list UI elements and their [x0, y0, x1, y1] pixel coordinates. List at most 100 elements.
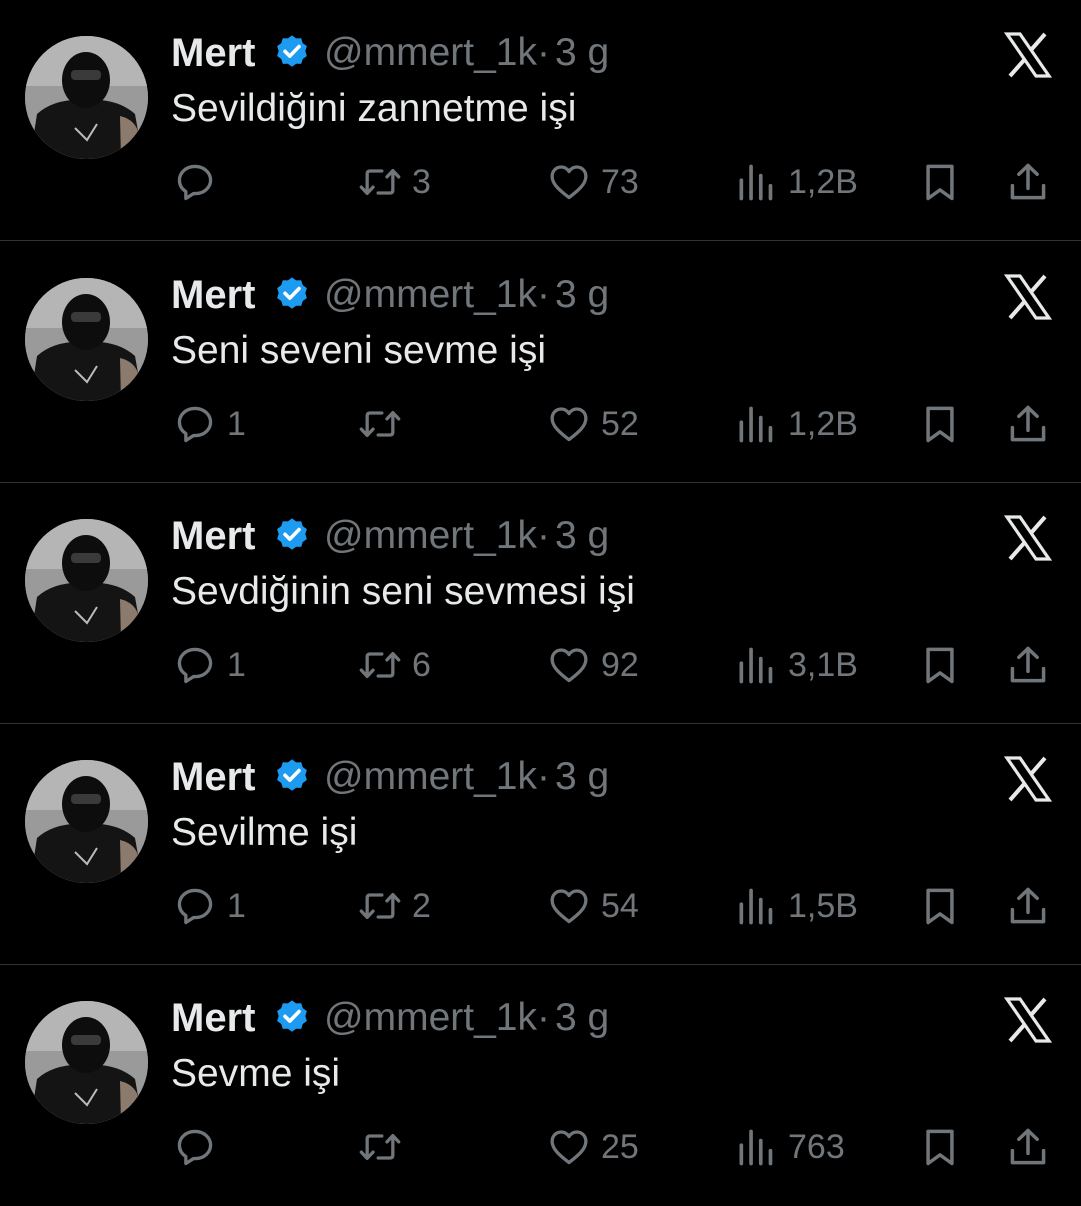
post-time[interactable]: 3 g	[555, 30, 609, 76]
reply-count: 1	[227, 404, 246, 443]
like-button[interactable]: 73	[547, 158, 639, 206]
views-button[interactable]: 763	[734, 1123, 845, 1171]
heart-icon	[550, 648, 588, 683]
author-name[interactable]: Mert	[171, 30, 255, 76]
post-time[interactable]: 3 g	[555, 754, 609, 800]
author-handle[interactable]: @mmert_1k	[324, 30, 537, 76]
avatar[interactable]	[25, 278, 148, 401]
bar-chart-icon	[739, 647, 773, 684]
heart-icon	[550, 407, 588, 442]
post-time[interactable]: 3 g	[555, 995, 609, 1041]
reply-button[interactable]	[173, 1123, 227, 1171]
speech-bubble-icon	[177, 406, 213, 443]
bar-chart-icon	[739, 164, 773, 201]
verified-badge-icon	[277, 518, 307, 550]
tweet[interactable]: Mert @mmert_1k · 3 g Sevildiğini zannetm…	[0, 0, 1081, 241]
reply-button[interactable]: 1	[173, 400, 246, 448]
author-handle[interactable]: @mmert_1k	[324, 272, 537, 318]
bookmark-button[interactable]	[918, 641, 962, 689]
share-button[interactable]	[1006, 158, 1050, 206]
tweet-text: Sevdiğinin seni sevmesi işi	[171, 570, 635, 613]
reply-button[interactable]: 1	[173, 641, 246, 689]
retweet-button[interactable]: 3	[358, 158, 431, 206]
tweet[interactable]: Mert @mmert_1k · 3 g Sevilme işi 1 2 54 …	[0, 724, 1081, 965]
avatar[interactable]	[25, 519, 148, 642]
retweet-count: 2	[412, 886, 431, 925]
author-handle[interactable]: @mmert_1k	[324, 513, 537, 559]
reply-count: 1	[227, 645, 246, 684]
tweet[interactable]: Mert @mmert_1k · 3 g Sevdiğinin seni sev…	[0, 483, 1081, 724]
share-button[interactable]	[1006, 882, 1050, 930]
author-handle[interactable]: @mmert_1k	[324, 995, 537, 1041]
like-count: 52	[601, 404, 639, 443]
post-time[interactable]: 3 g	[555, 272, 609, 318]
retweet-arrows-icon	[359, 892, 401, 920]
avatar[interactable]	[25, 760, 148, 883]
verified-badge-icon	[277, 35, 307, 67]
bookmark-button[interactable]	[918, 1123, 962, 1171]
bookmark-icon	[926, 164, 954, 201]
bookmark-button[interactable]	[918, 400, 962, 448]
x-logo-icon	[1004, 997, 1052, 1043]
bookmark-icon	[926, 647, 954, 684]
retweet-arrows-icon	[359, 1133, 401, 1161]
views-button[interactable]: 1,2B	[734, 158, 858, 206]
speech-bubble-icon	[177, 164, 213, 201]
like-button[interactable]: 52	[547, 400, 639, 448]
author-name[interactable]: Mert	[171, 513, 255, 559]
share-button[interactable]	[1006, 400, 1050, 448]
speech-bubble-icon	[177, 647, 213, 684]
speech-bubble-icon	[177, 1129, 213, 1166]
separator-dot: ·	[537, 514, 550, 557]
bookmark-icon	[926, 406, 954, 443]
heart-icon	[550, 165, 588, 200]
bar-chart-icon	[739, 888, 773, 925]
author-name[interactable]: Mert	[171, 272, 255, 318]
retweet-button[interactable]: 2	[358, 882, 431, 930]
verified-badge-icon	[277, 1000, 307, 1032]
heart-icon	[550, 889, 588, 924]
separator-dot: ·	[537, 31, 550, 74]
share-upload-icon	[1010, 887, 1046, 924]
like-count: 25	[601, 1127, 639, 1166]
separator-dot: ·	[537, 273, 550, 316]
x-logo-icon	[1004, 274, 1052, 320]
post-time[interactable]: 3 g	[555, 513, 609, 559]
heart-icon	[550, 1130, 588, 1165]
like-button[interactable]: 92	[547, 641, 639, 689]
author-name[interactable]: Mert	[171, 995, 255, 1041]
tweet-text: Sevilme işi	[171, 811, 358, 854]
bookmark-button[interactable]	[918, 882, 962, 930]
author-name[interactable]: Mert	[171, 754, 255, 800]
retweet-count: 3	[412, 162, 431, 201]
views-button[interactable]: 3,1B	[734, 641, 858, 689]
views-count: 1,2B	[788, 162, 858, 201]
views-count: 763	[788, 1127, 845, 1166]
bookmark-button[interactable]	[918, 158, 962, 206]
views-button[interactable]: 1,2B	[734, 400, 858, 448]
tweet-text: Sevme işi	[171, 1052, 341, 1095]
retweet-button[interactable]	[358, 1123, 412, 1171]
like-count: 92	[601, 645, 639, 684]
tweet-feed: Mert @mmert_1k · 3 g Sevildiğini zannetm…	[0, 0, 1081, 1200]
avatar[interactable]	[25, 1001, 148, 1124]
bookmark-icon	[926, 1129, 954, 1166]
reply-button[interactable]: 1	[173, 882, 246, 930]
views-count: 1,2B	[788, 404, 858, 443]
tweet[interactable]: Mert @mmert_1k · 3 g Sevme işi 25 763	[0, 965, 1081, 1206]
retweet-arrows-icon	[359, 168, 401, 196]
bar-chart-icon	[739, 1129, 773, 1166]
avatar[interactable]	[25, 36, 148, 159]
speech-bubble-icon	[177, 888, 213, 925]
share-button[interactable]	[1006, 641, 1050, 689]
like-button[interactable]: 54	[547, 882, 639, 930]
retweet-button[interactable]	[358, 400, 412, 448]
reply-button[interactable]	[173, 158, 227, 206]
author-handle[interactable]: @mmert_1k	[324, 754, 537, 800]
retweet-button[interactable]: 6	[358, 641, 431, 689]
bar-chart-icon	[739, 406, 773, 443]
like-button[interactable]: 25	[547, 1123, 639, 1171]
views-button[interactable]: 1,5B	[734, 882, 858, 930]
share-button[interactable]	[1006, 1123, 1050, 1171]
tweet[interactable]: Mert @mmert_1k · 3 g Seni seveni sevme i…	[0, 242, 1081, 483]
